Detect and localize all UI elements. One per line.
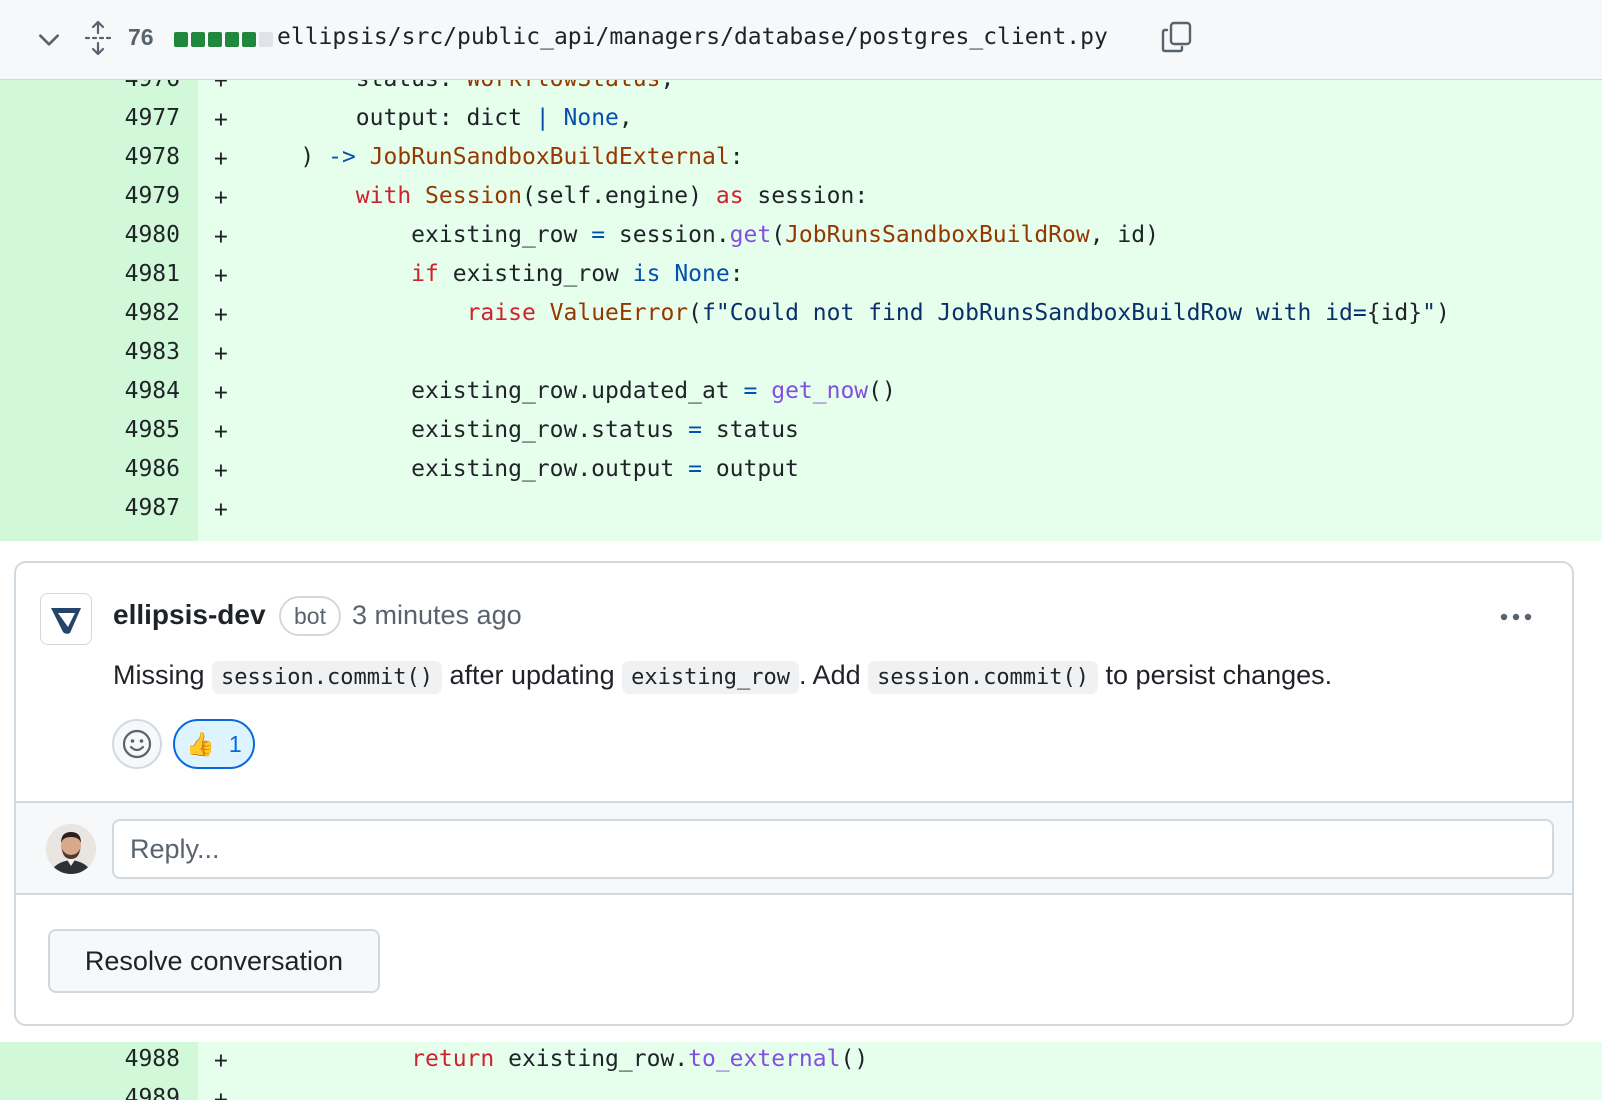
chevron-down-icon[interactable] [36,27,62,53]
smiley-icon [122,729,152,759]
code-text: ) -> JobRunSandboxBuildExternal: [245,144,744,170]
bot-badge: bot [279,596,341,636]
code-text: status: WorkflowStatus, [245,80,675,92]
diff-line: 4987 + [0,489,1602,529]
diff-line: 4988 + return existing_row.to_external() [0,1042,1602,1080]
line-number[interactable]: 4983 [0,339,180,365]
diff-line: 4989 + [0,1079,1602,1100]
diff-marker: + [214,419,228,445]
line-number[interactable]: 4979 [0,183,180,209]
line-number[interactable]: 4982 [0,300,180,326]
diff-line: 4984 + existing_row.updated_at = get_now… [0,372,1602,412]
diff-marker: + [214,224,228,250]
diff-code-block: 4988 + return existing_row.to_external()… [0,1042,1602,1100]
inline-code: existing_row [622,661,800,694]
diffstat-block-added [208,32,222,47]
inline-code: session.commit() [868,661,1099,694]
line-number[interactable]: 4985 [0,417,180,443]
reaction-count: 1 [228,730,242,757]
comment-author[interactable]: ellipsis-dev [113,599,266,631]
diff-marker: + [214,1048,228,1074]
line-number[interactable]: 4976 [0,80,180,92]
diff-line: 4981 + if existing_row is None: [0,255,1602,295]
code-text: existing_row.output = output [245,456,799,482]
diff-marker: + [214,80,228,94]
line-number[interactable]: 4988 [0,1046,180,1072]
diff-line: 4977 + output: dict | None, [0,99,1602,139]
add-reaction-button[interactable] [112,719,162,769]
code-text: existing_row = session.get(JobRunsSandbo… [245,222,1159,248]
user-avatar[interactable] [46,824,96,874]
line-number[interactable]: 4980 [0,222,180,248]
diff-line: 4979 + with Session(self.engine) as sess… [0,177,1602,217]
inline-code: session.commit() [212,661,442,694]
file-header: 76 ellipsis/src/public_api/managers/data… [0,0,1602,80]
diff-marker: + [214,497,228,523]
comment-timestamp[interactable]: 3 minutes ago [352,600,522,631]
diff-line: 4986 + existing_row.output = output [0,450,1602,490]
diff-line: 4982 + raise ValueError(f"Could not find… [0,294,1602,334]
diff-marker: + [214,458,228,484]
ellipsis-logo-icon [51,608,81,634]
line-number[interactable]: 4989 [0,1085,180,1100]
diff-line: 4983 + [0,333,1602,373]
code-text: return existing_row.to_external() [411,1046,869,1072]
code-text: raise ValueError(f"Could not find JobRun… [466,300,1450,326]
copy-icon[interactable] [1160,20,1194,54]
line-number[interactable]: 4987 [0,495,180,521]
line-number[interactable]: 4978 [0,144,180,170]
bot-avatar[interactable] [40,593,92,645]
diff-marker: + [214,341,228,367]
diff-line: 4985 + existing_row.status = status [0,411,1602,451]
line-number[interactable]: 4981 [0,261,180,287]
diffstat-block-added [242,32,256,47]
diffstat-block-added [174,32,188,47]
comment-text: to persist changes. [1098,660,1333,690]
code-text: with Session(self.engine) as session: [355,183,869,209]
review-comment-thread: ellipsis-dev bot 3 minutes ago Missing s… [14,561,1574,1026]
resolve-conversation-button[interactable]: Resolve conversation [48,929,380,993]
expand-icon[interactable] [84,20,112,56]
diffstat-block-added [225,32,239,47]
changed-lines-count: 76 [128,24,154,50]
diff-line: 4976 + status: WorkflowStatus, [0,80,1602,100]
diff-line: 4980 + existing_row = session.get(JobRun… [0,216,1602,256]
diffstat-block-added [191,32,205,47]
line-number[interactable]: 4977 [0,105,180,131]
code-text: if existing_row is None: [411,261,744,287]
reply-area [16,801,1572,895]
file-path[interactable]: ellipsis/src/public_api/managers/databas… [277,24,1108,50]
user-avatar-image [46,824,96,874]
line-number[interactable]: 4984 [0,378,180,404]
diff-marker: + [214,380,228,406]
diff-marker: + [214,146,228,172]
thumbs-up-reaction[interactable]: 👍 1 [173,719,255,769]
diffstat-bar [174,32,273,47]
comment-text: after updating [441,660,623,690]
diff-marker: + [214,107,228,133]
diff-code-block: 4976 + status: WorkflowStatus, 4977 + ou… [0,80,1602,541]
diff-marker: + [214,185,228,211]
diffstat-block-neutral [259,32,273,47]
diff-line: 4978 + ) -> JobRunSandboxBuildExternal: [0,138,1602,178]
diff-marker: + [214,1087,228,1100]
kebab-icon[interactable] [1496,607,1536,627]
comment-text: . Add [799,660,869,690]
diff-marker: + [214,263,228,289]
line-number[interactable]: 4986 [0,456,180,482]
thumbs-up-icon: 👍 [186,730,215,757]
code-text: existing_row.updated_at = get_now() [245,378,896,404]
code-text: existing_row.status = status [245,417,799,443]
comment-text: Missing [113,660,213,690]
diff-marker: + [214,302,228,328]
code-text: output: dict | None, [245,105,633,131]
reply-input[interactable] [112,819,1554,879]
comment-body: Missing session.commit() after updating … [113,653,1332,700]
